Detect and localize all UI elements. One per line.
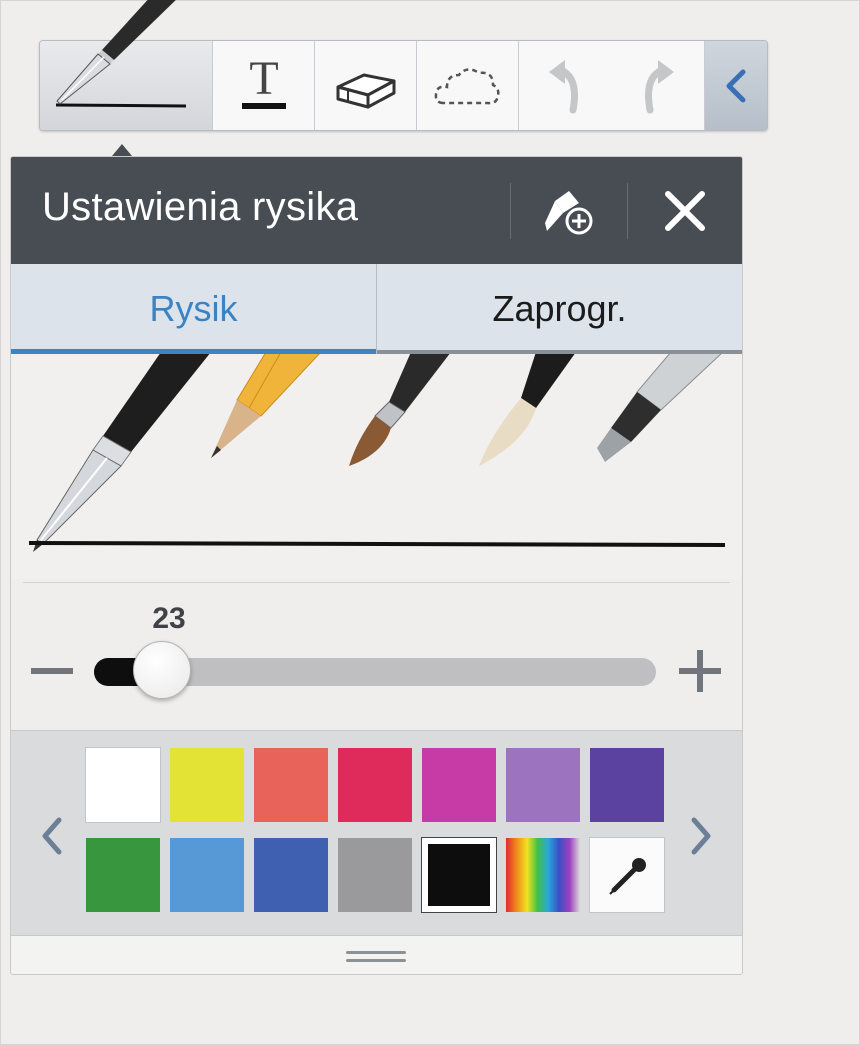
- pen-type-marker[interactable]: [597, 351, 725, 462]
- close-button[interactable]: [653, 179, 717, 243]
- undo-button[interactable]: [519, 58, 611, 114]
- undo-redo-group: [519, 41, 705, 130]
- palette-next-button[interactable]: [681, 811, 721, 861]
- pen-stroke-preview: [28, 541, 726, 547]
- chevron-left-icon: [726, 69, 746, 102]
- pen-type-calligraphy-brush[interactable]: [479, 352, 576, 466]
- stylus-icon: [56, 0, 176, 105]
- eraser-icon: [336, 73, 395, 108]
- pen-settings-panel: Ustawienia rysika Rysik Zaprogr. 23: [10, 156, 743, 975]
- pen-type-selector: [11, 351, 742, 579]
- color-swatch[interactable]: [85, 747, 161, 823]
- text-icon-glyph: T: [249, 54, 278, 105]
- decrease-size-button[interactable]: [31, 657, 73, 685]
- color-swatch[interactable]: [338, 748, 412, 822]
- close-icon: [665, 191, 705, 231]
- pen-type-illustration: [28, 351, 726, 552]
- color-swatch[interactable]: [254, 748, 328, 822]
- redo-button[interactable]: [612, 58, 704, 114]
- pen-type-fountain-pen[interactable]: [33, 352, 211, 552]
- undo-icon: [549, 59, 578, 113]
- collapse-toolbar-button[interactable]: [705, 41, 767, 130]
- redo-icon: [645, 59, 674, 113]
- pen-settings-tabs: Rysik Zaprogr.: [11, 264, 742, 354]
- color-swatch[interactable]: [422, 748, 496, 822]
- text-icon: T: [241, 54, 286, 109]
- minus-icon: [31, 668, 73, 674]
- color-swatch[interactable]: [338, 838, 412, 912]
- pen-size-value: 23: [152, 602, 186, 635]
- color-swatch[interactable]: [170, 838, 244, 912]
- increase-size-button[interactable]: [679, 650, 721, 692]
- panel-header: Ustawienia rysika: [11, 157, 742, 264]
- color-palette: [11, 730, 742, 936]
- chevron-right-icon: [691, 817, 711, 855]
- pen-add-icon: [545, 191, 593, 235]
- eraser-tool-button[interactable]: [315, 41, 417, 130]
- color-swatch[interactable]: [254, 838, 328, 912]
- pen-size-slider-thumb[interactable]: [133, 641, 191, 699]
- panel-title: Ustawienia rysika: [42, 185, 359, 229]
- color-swatch[interactable]: [590, 748, 664, 822]
- chevron-left-icon: [42, 817, 62, 855]
- color-swatch[interactable]: [506, 748, 580, 822]
- lasso-icon: [434, 67, 500, 104]
- panel-resize-handle[interactable]: [11, 935, 742, 974]
- palette-prev-button[interactable]: [32, 811, 72, 861]
- tab-pen[interactable]: Rysik: [11, 264, 377, 354]
- color-swatch[interactable]: [170, 748, 244, 822]
- color-swatch[interactable]: [86, 838, 160, 912]
- lasso-select-tool-button[interactable]: [417, 41, 519, 130]
- divider: [23, 582, 730, 583]
- eyedropper-icon: [609, 858, 646, 895]
- add-preset-button[interactable]: [535, 179, 599, 243]
- pen-type-pencil[interactable]: [211, 351, 323, 458]
- text-tool-button[interactable]: T: [213, 41, 315, 130]
- pen-type-brush[interactable]: [349, 352, 451, 466]
- tab-presets[interactable]: Zaprogr.: [377, 264, 742, 354]
- color-swatch[interactable]: [421, 837, 497, 913]
- panel-pointer: [112, 144, 132, 156]
- eyedropper-button[interactable]: [589, 837, 665, 913]
- plus-icon: [679, 650, 721, 692]
- selected-color-fill: [428, 844, 490, 906]
- color-spectrum-swatch[interactable]: [506, 838, 580, 912]
